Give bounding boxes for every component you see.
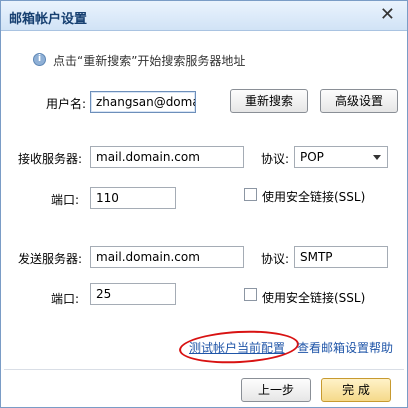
outgoing-server-input[interactable]: mail.domain.com bbox=[90, 246, 244, 268]
advanced-settings-button[interactable]: 高级设置 bbox=[320, 89, 398, 113]
outgoing-ssl-checkbox[interactable] bbox=[244, 288, 257, 301]
incoming-ssl-label: 使用安全链接(SSL) bbox=[262, 190, 366, 204]
incoming-server-input[interactable]: mail.domain.com bbox=[90, 146, 244, 168]
dialog-content: i 点击“重新搜索”开始搜索服务器地址 用户名: zhangsan@domain… bbox=[4, 32, 404, 406]
username-input[interactable]: zhangsan@domain bbox=[90, 91, 196, 113]
finish-button[interactable]: 完 成 bbox=[321, 378, 391, 402]
previous-button[interactable]: 上一步 bbox=[241, 378, 311, 402]
outgoing-protocol-label: 协议: bbox=[261, 252, 290, 266]
outgoing-port-input[interactable]: 25 bbox=[90, 283, 176, 305]
incoming-ssl-checkbox[interactable] bbox=[244, 188, 257, 201]
title-bar[interactable]: 邮箱帐户设置 ✕ bbox=[1, 1, 407, 31]
username-label: 用户名: bbox=[46, 97, 87, 111]
research-button[interactable]: 重新搜索 bbox=[230, 89, 308, 113]
help-link[interactable]: 查看邮箱设置帮助 bbox=[297, 339, 393, 356]
info-icon: i bbox=[33, 53, 46, 66]
hint-text: 点击“重新搜索”开始搜索服务器地址 bbox=[53, 54, 246, 68]
incoming-server-label: 接收服务器: bbox=[18, 152, 83, 166]
dialog-title: 邮箱帐户设置 bbox=[9, 12, 88, 27]
incoming-protocol-label: 协议: bbox=[261, 152, 290, 166]
mail-account-settings-dialog: 邮箱帐户设置 ✕ i 点击“重新搜索”开始搜索服务器地址 用户名: zhangs… bbox=[0, 0, 408, 408]
outgoing-server-label: 发送服务器: bbox=[18, 252, 83, 266]
incoming-protocol-value: POP bbox=[300, 150, 324, 164]
outgoing-ssl-label: 使用安全链接(SSL) bbox=[262, 291, 366, 305]
footer-divider bbox=[4, 369, 404, 370]
chevron-down-icon bbox=[373, 155, 381, 160]
highlight-circle bbox=[178, 327, 300, 367]
close-icon[interactable]: ✕ bbox=[380, 4, 395, 26]
incoming-port-label: 端口: bbox=[51, 193, 80, 207]
outgoing-protocol-input[interactable]: SMTP bbox=[294, 246, 388, 268]
incoming-protocol-select[interactable]: POP bbox=[294, 146, 388, 168]
outgoing-port-label: 端口: bbox=[51, 292, 80, 306]
incoming-port-input[interactable]: 110 bbox=[90, 187, 176, 209]
